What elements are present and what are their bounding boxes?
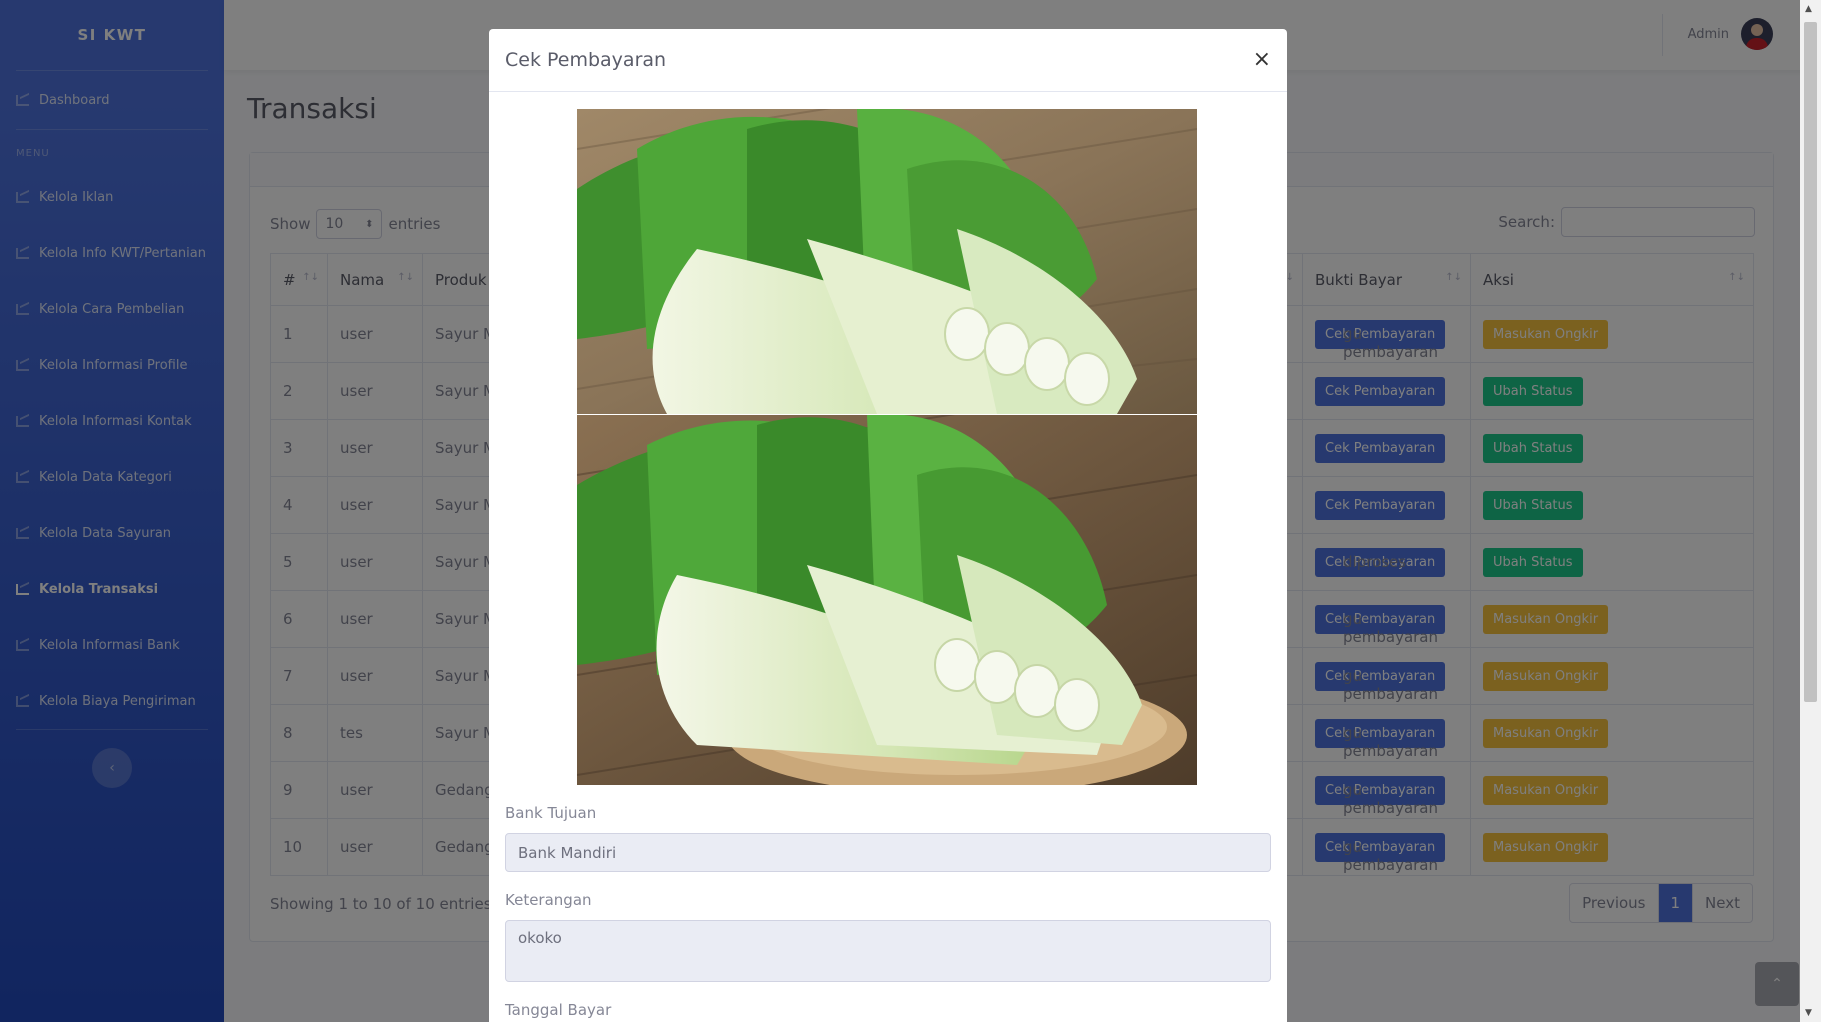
scroll-down-icon[interactable]: ▼ [1805, 1008, 1812, 1018]
keterangan-textarea[interactable]: okoko [505, 920, 1271, 982]
tanggal-bayar-label: Tanggal Bayar [505, 1001, 612, 1019]
page-scrollbar[interactable]: ▲ ▼ [1800, 0, 1821, 1022]
modal-header: Cek Pembayaran × [489, 29, 1287, 92]
modal-title: Cek Pembayaran [505, 49, 667, 71]
bank-tujuan-field[interactable]: Bank Mandiri [505, 833, 1271, 872]
keterangan-label: Keterangan [505, 891, 592, 909]
keterangan-value: okoko [518, 929, 562, 947]
bok-choy-photo-bottom [577, 415, 1197, 785]
close-icon[interactable]: × [1253, 49, 1271, 71]
bank-tujuan-label: Bank Tujuan [505, 804, 597, 822]
bukti-bayar-image [577, 415, 1197, 785]
bukti-bayar-image [577, 109, 1197, 414]
scroll-up-icon[interactable]: ▲ [1805, 4, 1812, 14]
cek-pembayaran-modal: Cek Pembayaran × Bank Tujuan Bank Mandir… [489, 29, 1287, 1022]
bok-choy-photo-top [577, 109, 1197, 414]
scrollbar-thumb[interactable] [1804, 22, 1817, 702]
